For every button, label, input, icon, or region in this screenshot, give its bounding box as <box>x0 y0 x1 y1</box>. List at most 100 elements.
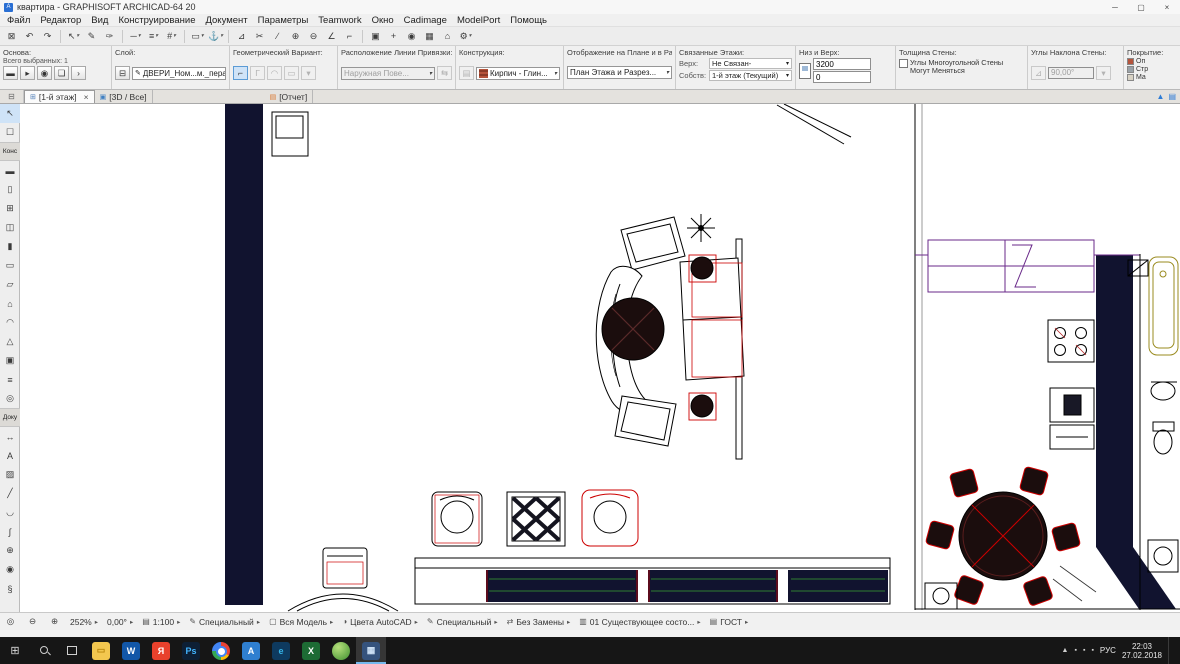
measure-icon[interactable]: ⊿ <box>233 28 250 44</box>
tab-report[interactable]: ▤ [Отчет] <box>265 90 314 103</box>
pen-set-select[interactable]: ✎Специальный▸ <box>189 615 260 628</box>
menu-item-1[interactable]: Редактор <box>35 15 86 26</box>
angle-icon[interactable]: ∠ <box>323 28 340 44</box>
wall-tool[interactable]: ▬ <box>0 161 20 180</box>
menu-item-5[interactable]: Параметры <box>253 15 314 26</box>
menu-item-3[interactable]: Конструирование <box>113 15 200 26</box>
clock[interactable]: 22:03 27.02.2018 <box>1122 642 1162 660</box>
menu-item-8[interactable]: Cadimage <box>399 15 452 26</box>
office-excel-icon[interactable]: X <box>296 637 326 664</box>
photoshop-icon[interactable]: Ps <box>176 637 206 664</box>
marquee-restore-icon[interactable]: ⊠ <box>3 28 20 44</box>
hotspot-tool[interactable]: ⊕ <box>0 541 20 560</box>
pan-icon[interactable]: + <box>385 28 402 44</box>
tab-first-floor[interactable]: ⊞ [1-й этаж] × <box>24 90 95 103</box>
action-center-button[interactable] <box>1168 637 1178 664</box>
menu-item-9[interactable]: ModelPort <box>452 15 505 26</box>
options-gear-icon[interactable]: ⚙▾ <box>457 28 474 44</box>
slant-angle-input[interactable] <box>1048 67 1094 79</box>
hidden-icons-chevron[interactable]: ▲ <box>1062 647 1069 654</box>
window-tool[interactable]: ⊞ <box>0 199 20 218</box>
pen-icon[interactable]: ✑ <box>101 28 118 44</box>
task-view-button[interactable] <box>58 637 86 664</box>
dimension-tool[interactable]: ↔ <box>0 427 20 446</box>
redo-icon[interactable]: ↷ <box>39 28 56 44</box>
undo-icon[interactable]: ↶ <box>21 28 38 44</box>
tab-list-icon[interactable]: ▤ <box>1168 92 1176 101</box>
select-same-icon[interactable]: ◉ <box>37 66 52 80</box>
roof-tool[interactable]: ⌂ <box>0 294 20 313</box>
gravity-anchor-icon[interactable]: ⚓▾ <box>207 28 224 44</box>
display-combo[interactable]: План Этажа и Разрез... ▾ <box>567 66 672 79</box>
minimize-button[interactable]: ─ <box>1102 0 1128 14</box>
nav-preview-icon[interactable]: ◎ <box>4 615 17 628</box>
coating-option-2[interactable]: Ма <box>1136 74 1146 81</box>
tab-3d-all[interactable]: ▣ [3D / Все] <box>95 90 153 103</box>
beam-tool[interactable]: ▭ <box>0 256 20 275</box>
curved-wall-icon[interactable]: ◠ <box>267 66 282 80</box>
text-tool[interactable]: A <box>0 446 20 465</box>
structure-combo[interactable]: Кирпич - Глин... ▾ <box>476 67 560 80</box>
swap-refline-icon[interactable]: ⇆ <box>437 66 452 80</box>
pen-color-select[interactable]: ◑Цвета AutoCAD▸ <box>342 615 418 628</box>
door-tool[interactable]: ▯ <box>0 180 20 199</box>
archicad-icon[interactable]: A <box>236 637 266 664</box>
grid-snap-icon[interactable]: #▾ <box>163 28 180 44</box>
fill-tool[interactable]: ▨ <box>0 465 20 484</box>
geometry-more-icon[interactable]: ▾ <box>301 66 316 80</box>
scale-select[interactable]: ▤1:100▸ <box>142 615 180 628</box>
layer-combo[interactable]: ✎ ДВЕРИ_Ном...м._пера_7 ⇅ <box>132 67 226 80</box>
tray-icon-3[interactable]: ▪ <box>1091 647 1093 654</box>
tray-icon-2[interactable]: ▪ <box>1083 647 1085 654</box>
archicad-window-icon[interactable]: ▦ <box>356 637 386 664</box>
cursor-select-icon[interactable]: ↖▾ <box>65 28 82 44</box>
pencil-icon[interactable]: ✎ <box>83 28 100 44</box>
elevation-reference-icon[interactable] <box>799 63 811 79</box>
zoom-in-icon[interactable]: ⊕ <box>287 28 304 44</box>
object-tool[interactable]: ◎ <box>0 389 20 408</box>
rotation-angle-select[interactable]: 0,00°▸ <box>107 615 133 628</box>
split-icon[interactable]: ∕ <box>269 28 286 44</box>
stories-top-select[interactable]: Не Связан- ▾ <box>709 58 792 69</box>
menu-item-2[interactable]: Вид <box>86 15 113 26</box>
zone-tool[interactable]: ▣ <box>0 351 20 370</box>
geometry-shape-icon[interactable]: ▭▾ <box>189 28 206 44</box>
renovation-override-select[interactable]: ⇄Без Замены▸ <box>507 615 571 628</box>
offset-icon[interactable]: ⌐ <box>341 28 358 44</box>
blue-office-app-icon[interactable]: W <box>116 637 146 664</box>
drawing-canvas[interactable] <box>20 104 1180 612</box>
menu-item-6[interactable]: Teamwork <box>313 15 366 26</box>
cloud-sync-icon[interactable]: ▲ <box>1157 92 1165 101</box>
rect-wall-icon[interactable]: ▭ <box>284 66 299 80</box>
stories-own-select[interactable]: 1-й этаж (Текущий) ▾ <box>709 70 792 81</box>
coating-option-0[interactable]: Оп <box>1136 58 1145 65</box>
camera-icon[interactable]: ◉ <box>403 28 420 44</box>
renovation-filter-select[interactable]: ▥01 Существующее состо...▸ <box>579 615 700 628</box>
refline-combo[interactable]: Наружная Пове... ▾ <box>341 67 435 80</box>
model-view-options-select[interactable]: ▢Вся Модель▸ <box>269 615 333 628</box>
prev-favorite-icon[interactable]: ▸ <box>20 66 35 80</box>
quick-layers-icon[interactable]: ▦ <box>421 28 438 44</box>
comment-icon[interactable]: ❏ <box>54 66 69 80</box>
bottom-elevation-input[interactable] <box>813 71 871 83</box>
chained-wall-icon[interactable]: Г <box>250 66 265 80</box>
polygon-corners-checkbox[interactable] <box>899 59 908 68</box>
chrome-icon[interactable] <box>206 637 236 664</box>
arc-tool[interactable]: ◡ <box>0 503 20 522</box>
fit-in-window-icon[interactable]: ▣ <box>367 28 384 44</box>
top-elevation-input[interactable] <box>813 58 871 70</box>
spline-tool[interactable]: ∫ <box>0 522 20 541</box>
window-split-icon[interactable]: ⊟ <box>0 90 24 103</box>
green-sphere-app-icon[interactable] <box>326 637 356 664</box>
slant-more-icon[interactable]: ▾ <box>1096 66 1111 80</box>
language-indicator[interactable]: РУС <box>1100 646 1116 655</box>
search-button[interactable] <box>30 637 58 664</box>
column-tool[interactable]: ▮ <box>0 237 20 256</box>
skylight-tool[interactable]: ◫ <box>0 218 20 237</box>
mesh-tool[interactable]: △ <box>0 332 20 351</box>
zoom-out-icon[interactable]: ⊖ <box>305 28 322 44</box>
coating-option-1[interactable]: Стр <box>1136 66 1148 73</box>
section-tool[interactable]: § <box>0 579 20 598</box>
tray-icon-1[interactable]: ▪ <box>1074 647 1076 654</box>
slant-angle-icon[interactable]: ⊿ <box>1031 66 1046 80</box>
